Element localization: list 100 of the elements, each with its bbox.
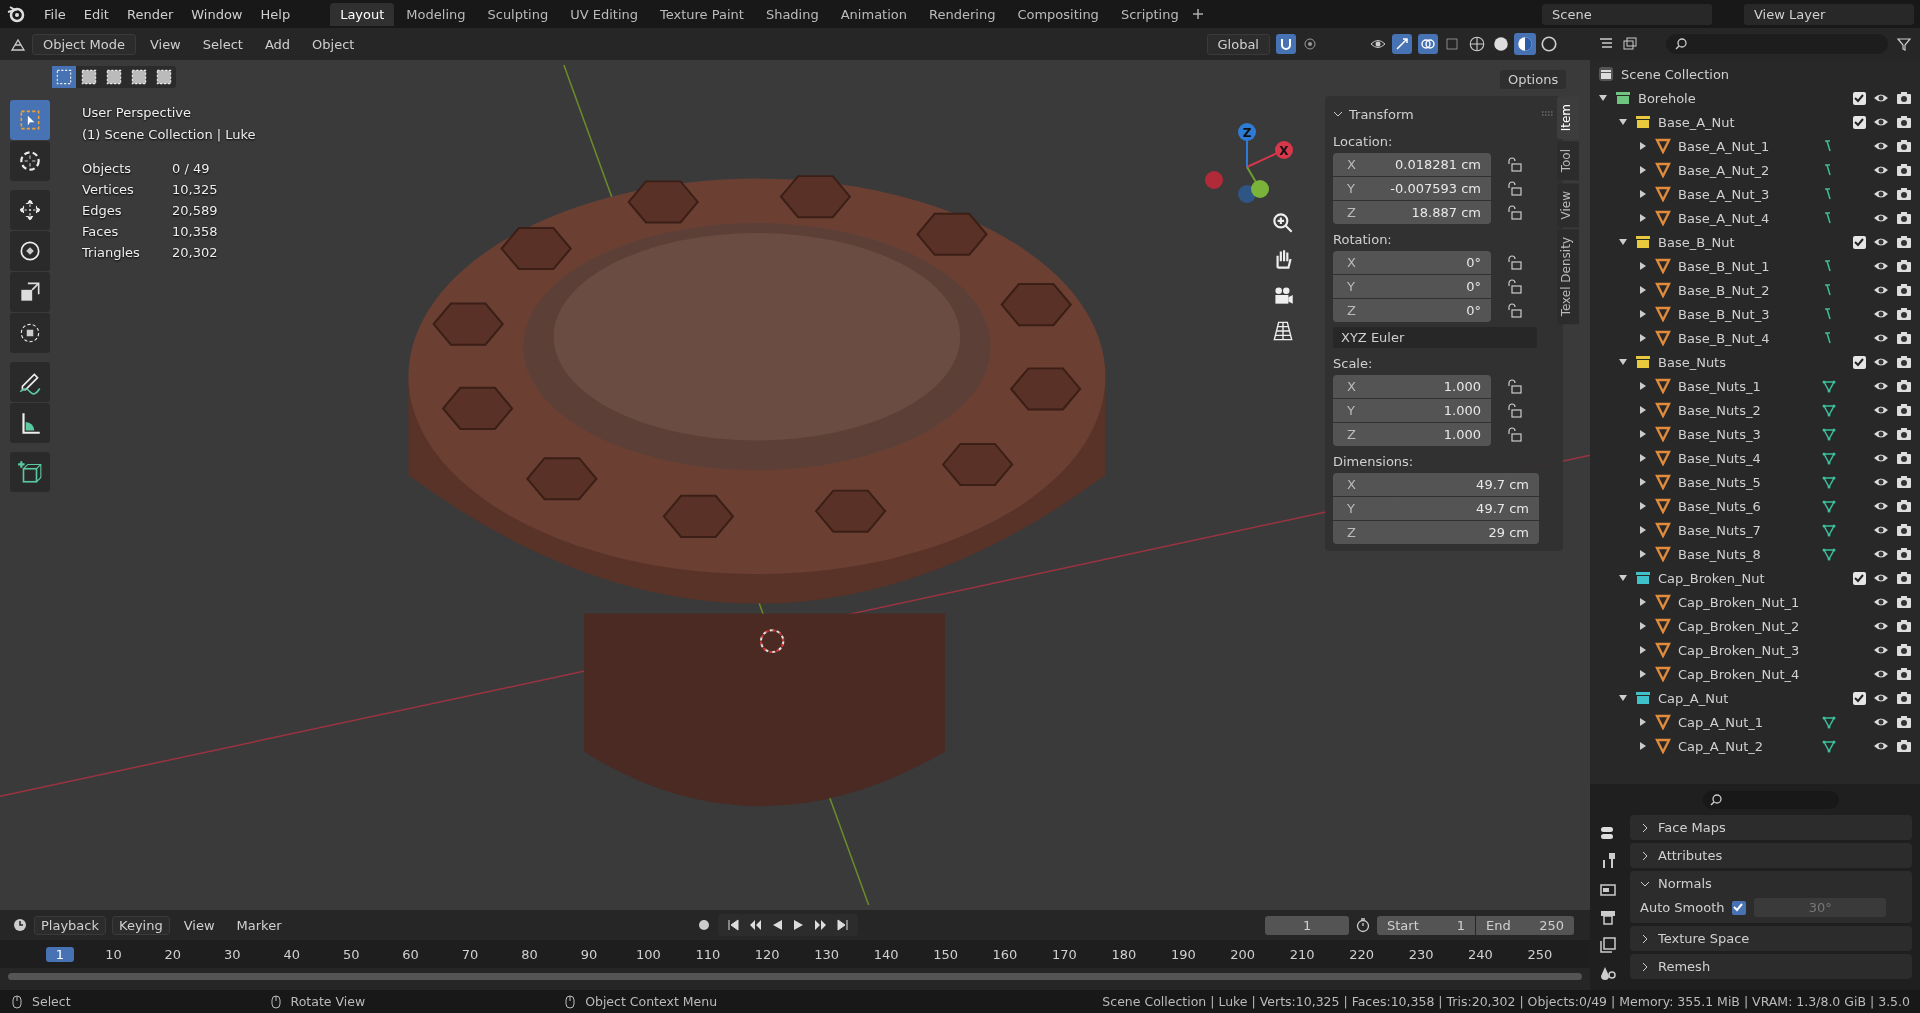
lock-icon[interactable] [1505, 156, 1523, 173]
rotate-tool[interactable] [10, 231, 50, 271]
panel-header[interactable]: Normals [1630, 871, 1912, 896]
layers-icon[interactable] [1622, 36, 1638, 52]
proportional-edit-icon[interactable] [1302, 36, 1318, 52]
number-field[interactable]: X 0° [1333, 251, 1491, 274]
include-checkbox[interactable] [1853, 91, 1866, 105]
timeline-scrollbar[interactable] [8, 973, 1582, 980]
collapse-caret-icon[interactable] [1638, 405, 1648, 415]
workspace-tab[interactable]: Texture Paint [650, 2, 754, 26]
include-checkbox[interactable] [1853, 115, 1866, 129]
panel-header[interactable]: Attributes [1630, 843, 1912, 868]
mesh-data-icon[interactable] [1822, 499, 1836, 513]
camera-icon[interactable] [1896, 594, 1912, 610]
add-icon[interactable] [1190, 7, 1205, 21]
collapse-caret-icon[interactable] [1638, 213, 1648, 223]
scene-selector[interactable]: Scene [1542, 3, 1712, 25]
previous-keyframe-icon[interactable] [748, 918, 763, 932]
number-field[interactable]: X 1.000 [1333, 375, 1491, 398]
next-keyframe-icon[interactable] [814, 918, 829, 932]
search-field[interactable] [1703, 791, 1839, 809]
annotate-tool[interactable] [10, 362, 50, 402]
lock-icon[interactable] [1505, 278, 1523, 295]
number-field[interactable]: Y -0.007593 cm [1333, 177, 1491, 200]
camera-icon[interactable] [1896, 522, 1912, 538]
drag-handle-icon[interactable] [1541, 111, 1555, 117]
workspace-tab[interactable]: Layout [330, 2, 395, 26]
outliner-item[interactable]: Base_Nuts_1 [1678, 378, 1761, 394]
workspace-tab[interactable]: Compositing [1007, 2, 1109, 26]
workspace-tab[interactable]: Sculpting [477, 2, 559, 26]
mesh-data-icon[interactable] [1822, 547, 1836, 561]
outliner-item[interactable]: Cap_Broken_Nut [1658, 570, 1765, 586]
camera-icon[interactable] [1896, 330, 1912, 346]
outliner-item[interactable]: Cap_Broken_Nut_2 [1678, 618, 1800, 634]
menu-item[interactable]: View [141, 33, 189, 55]
lock-icon[interactable] [1505, 378, 1523, 395]
search-field[interactable] [1666, 34, 1888, 54]
camera-icon[interactable] [1896, 546, 1912, 562]
lock-icon[interactable] [1505, 180, 1523, 197]
menu-item[interactable]: Keying [112, 915, 170, 935]
outliner-item[interactable]: Base_Nuts_3 [1678, 426, 1761, 442]
outliner-item[interactable]: Scene Collection [1621, 66, 1730, 82]
workspace-tab[interactable]: Animation [830, 2, 917, 26]
include-checkbox[interactable] [1853, 355, 1866, 369]
jump-start-icon[interactable] [726, 918, 741, 932]
frame-number[interactable]: 1 [46, 946, 74, 962]
outliner-item[interactable]: Base_Nuts [1658, 354, 1726, 370]
overlay-icon[interactable] [1418, 34, 1438, 54]
camera-icon[interactable] [1896, 714, 1912, 730]
expand-caret-icon[interactable] [1618, 693, 1628, 703]
lock-icon[interactable] [1505, 302, 1523, 319]
camera-icon[interactable] [1896, 474, 1912, 490]
collapse-caret-icon[interactable] [1638, 621, 1648, 631]
number-field[interactable]: Z 1.000 [1333, 423, 1491, 446]
sidebar-tab[interactable]: View [1557, 182, 1579, 228]
menu-item[interactable]: Render [118, 3, 182, 25]
camera-icon[interactable] [1896, 690, 1912, 706]
camera-icon[interactable] [1896, 282, 1912, 298]
outliner-item[interactable]: Base_Nuts_7 [1678, 522, 1761, 538]
outliner-item[interactable]: Base_B_Nut_4 [1678, 330, 1770, 346]
outliner-item[interactable]: Base_A_Nut_4 [1678, 210, 1770, 226]
outliner-item[interactable]: Base_Nuts_8 [1678, 546, 1761, 562]
collapse-caret-icon[interactable] [1638, 381, 1648, 391]
outliner-item[interactable]: Base_B_Nut_3 [1678, 306, 1770, 322]
camera-icon[interactable] [1896, 90, 1912, 106]
camera-icon[interactable] [1896, 162, 1912, 178]
number-field[interactable]: Z 29 cm [1333, 521, 1539, 544]
collapse-caret-icon[interactable] [1638, 309, 1648, 319]
camera-icon[interactable] [1896, 450, 1912, 466]
outliner-item[interactable]: Base_A_Nut_3 [1678, 186, 1770, 202]
collapse-caret-icon[interactable] [1638, 669, 1648, 679]
mesh-data-icon[interactable] [1822, 475, 1836, 489]
outliner-item[interactable]: Cap_Broken_Nut_1 [1678, 594, 1800, 610]
image-icon[interactable] [1599, 936, 1617, 954]
jump-end-icon[interactable] [836, 918, 851, 932]
rotation-mode-dropdown[interactable]: XYZ Euler [1333, 327, 1537, 348]
collapse-caret-icon[interactable] [1638, 453, 1648, 463]
gizmo-icon[interactable] [1392, 34, 1412, 54]
end-frame-field[interactable]: End 250 [1476, 915, 1574, 935]
include-checkbox[interactable] [1853, 571, 1866, 585]
output-icon[interactable] [1599, 908, 1617, 926]
start-frame-field[interactable]: Start 1 [1377, 915, 1475, 935]
mesh-data-icon[interactable] [1822, 523, 1836, 537]
camera-icon[interactable] [1896, 114, 1912, 130]
collapse-caret-icon[interactable] [1638, 549, 1648, 559]
menu-item[interactable]: Window [183, 3, 251, 25]
camera-icon[interactable] [1896, 642, 1912, 658]
view-layer-selector[interactable]: View Layer [1744, 3, 1914, 25]
lock-icon[interactable] [1505, 426, 1523, 443]
collapse-caret-icon[interactable] [1638, 189, 1648, 199]
workspace-tab[interactable]: Modeling [396, 2, 476, 26]
collapse-caret-icon[interactable] [1638, 141, 1648, 151]
expand-caret-icon[interactable] [1618, 117, 1628, 127]
chevron-down-icon[interactable] [1333, 109, 1343, 119]
collapse-caret-icon[interactable] [1638, 741, 1648, 751]
lock-icon[interactable] [1505, 254, 1523, 271]
mesh-data-icon[interactable] [1822, 739, 1836, 753]
camera-icon[interactable] [1896, 378, 1912, 394]
outliner-item[interactable]: Base_Nuts_2 [1678, 402, 1761, 418]
workspace-tab[interactable]: Rendering [919, 2, 1006, 26]
